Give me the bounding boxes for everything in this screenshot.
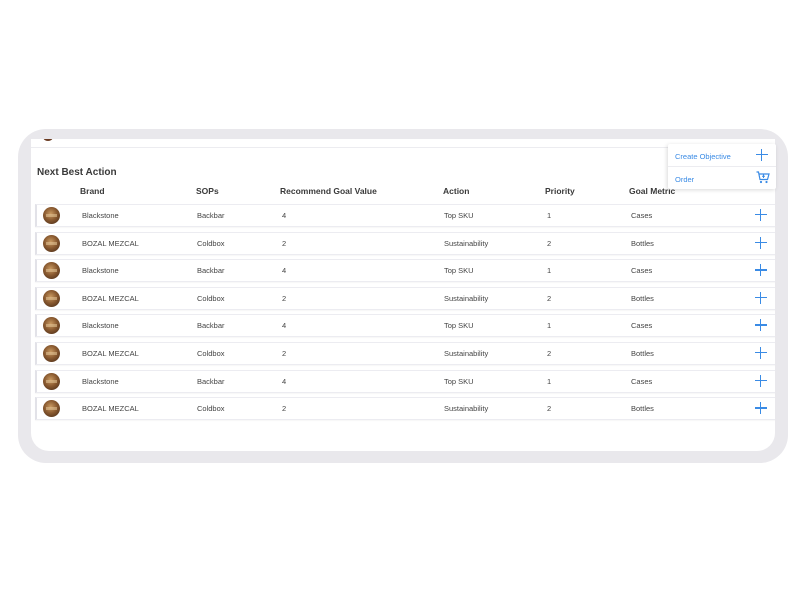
table-row: BOZAL MEZCAL Coldbox 2 Sustainability 2 Bottl… — [35, 231, 775, 255]
table-row: Blackstone Backbar 4 Top SKU 1 Cases — [35, 369, 775, 393]
screen: Next Best Action Brand SOPs Recommend Go… — [31, 139, 775, 451]
order-label: Order — [675, 175, 695, 184]
create-objective-label: Create Objective — [675, 152, 731, 161]
action-cell: Top SKU — [444, 266, 474, 276]
goal-metric-cell: Bottles — [631, 293, 654, 303]
table-row: Blackstone Backbar 4 Top SKU 1 Cases — [35, 204, 775, 227]
goal-metric-cell: Cases — [631, 266, 653, 276]
action-cell: Top SKU — [444, 321, 474, 331]
brand-cell: BOZAL MEZCAL — [82, 293, 139, 303]
sop-cell: Coldbox — [197, 404, 225, 414]
header-recommend-goal-value: Recommend Goal Value — [280, 186, 377, 196]
action-cell: Sustainability — [444, 293, 489, 303]
goal-value-cell: 2 — [282, 349, 287, 358]
goal-metric-cell: Cases — [631, 321, 653, 331]
brand-thumbnail — [43, 400, 60, 418]
sop-cell: Coldbox — [197, 349, 225, 358]
brand-cell: BOZAL MEZCAL — [82, 349, 139, 358]
brand-thumbnail — [43, 262, 60, 280]
goal-value-cell: 4 — [282, 211, 287, 220]
priority-cell: 2 — [547, 293, 552, 303]
goal-metric-cell: Cases — [631, 211, 653, 220]
add-row-button[interactable] — [753, 400, 769, 416]
header-brand: Brand — [80, 186, 105, 196]
table-row: Blackstone Backbar 4 Top SKU 1 Cases — [35, 314, 775, 338]
priority-cell: 1 — [547, 211, 552, 220]
goal-metric-cell: Bottles — [631, 238, 654, 248]
table-row: BOZAL MEZCAL Coldbox 2 Sustainability 2 Bottl… — [35, 342, 775, 365]
table-row: BOZAL MEZCAL Coldbox 2 Sustainability 2 Bottl… — [35, 397, 775, 421]
brand-cell: BOZAL MEZCAL — [82, 238, 139, 248]
action-cell: Sustainability — [444, 404, 489, 414]
goal-value-cell: 2 — [282, 293, 287, 303]
goal-value-cell: 4 — [282, 266, 287, 276]
header-sops: SOPs — [196, 186, 219, 196]
add-row-button[interactable] — [753, 345, 769, 361]
brand-thumbnail — [43, 289, 60, 307]
action-cell: Sustainability — [444, 349, 489, 358]
priority-cell: 1 — [547, 376, 552, 386]
sop-cell: Backbar — [197, 321, 225, 331]
brand-cell: Blackstone — [82, 211, 119, 220]
header-priority: Priority — [545, 186, 575, 196]
divider — [31, 147, 775, 148]
priority-cell: 1 — [547, 321, 552, 331]
action-cell: Sustainability — [444, 238, 489, 248]
brand-cell: Blackstone — [82, 266, 119, 276]
order-menu-item[interactable]: Order — [668, 167, 776, 189]
brand-cell: Blackstone — [82, 376, 119, 386]
priority-cell: 2 — [547, 404, 552, 414]
table-header: Brand SOPs Recommend Goal Value Action P… — [31, 186, 775, 200]
brand-thumbnail — [43, 372, 60, 390]
goal-value-cell: 4 — [282, 376, 287, 386]
create-objective-menu-item[interactable]: Create Objective — [668, 144, 776, 167]
goal-metric-cell: Bottles — [631, 349, 654, 358]
goal-metric-cell: Cases — [631, 376, 653, 386]
priority-cell: 1 — [547, 266, 552, 276]
action-menu: Create Objective Order — [668, 144, 776, 189]
add-row-button[interactable] — [753, 235, 769, 251]
table-row: Blackstone Backbar 4 Top SKU 1 Cases — [35, 259, 775, 283]
brand-thumbnail — [43, 207, 60, 224]
add-row-button[interactable] — [753, 262, 769, 278]
header-action: Action — [443, 186, 470, 196]
add-row-button[interactable] — [753, 290, 769, 306]
sop-cell: Backbar — [197, 266, 225, 276]
action-cell: Top SKU — [444, 376, 474, 386]
action-cell: Top SKU — [444, 211, 474, 220]
add-row-button[interactable] — [753, 207, 769, 223]
cart-icon — [756, 171, 770, 184]
section-title: Next Best Action — [37, 167, 117, 178]
sop-cell: Coldbox — [197, 293, 225, 303]
goal-value-cell: 2 — [282, 238, 287, 248]
brand-cell: Blackstone — [82, 321, 119, 331]
goal-metric-cell: Bottles — [631, 404, 654, 414]
sop-cell: Backbar — [197, 211, 225, 220]
partial-thumbnail — [43, 139, 53, 141]
priority-cell: 2 — [547, 349, 552, 358]
brand-thumbnail — [43, 317, 60, 335]
brand-thumbnail — [43, 345, 60, 362]
sop-cell: Backbar — [197, 376, 225, 386]
plus-icon — [756, 149, 768, 161]
goal-value-cell: 2 — [282, 404, 287, 414]
goal-value-cell: 4 — [282, 321, 287, 331]
brand-thumbnail — [43, 234, 60, 252]
add-row-button[interactable] — [753, 373, 769, 389]
table-row: BOZAL MEZCAL Coldbox 2 Sustainability 2 Bottl… — [35, 286, 775, 310]
brand-cell: BOZAL MEZCAL — [82, 404, 139, 414]
sop-cell: Coldbox — [197, 238, 225, 248]
add-row-button[interactable] — [753, 317, 769, 333]
priority-cell: 2 — [547, 238, 552, 248]
